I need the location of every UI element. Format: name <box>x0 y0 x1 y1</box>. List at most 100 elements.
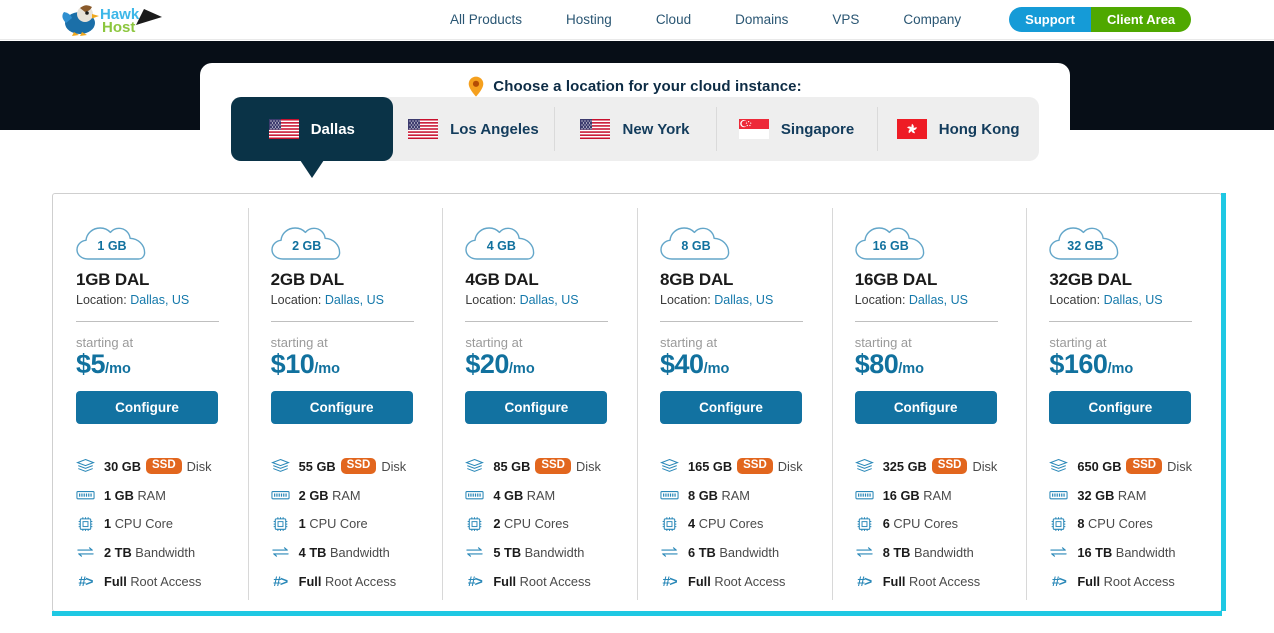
plan-feature-label: CPU Core <box>309 516 368 532</box>
plan-feature-label: RAM <box>721 487 750 503</box>
disk-icon <box>660 458 679 474</box>
pricing-plan-card: 16 GB 16GB DAL Location: Dallas, US star… <box>831 194 1027 611</box>
nav-item-all-products[interactable]: All Products <box>428 12 544 27</box>
plan-feature: 1 CPU Core <box>76 509 248 538</box>
pricing-plan-card: 4 GB 4GB DAL Location: Dallas, US starti… <box>442 194 637 611</box>
plan-feature-label: Bandwidth <box>1115 544 1176 560</box>
root-icon: #> <box>273 573 288 590</box>
bandwidth-icon <box>465 544 484 560</box>
plan-feature-value: 32 GB <box>1077 487 1115 503</box>
plan-feature-value: 325 GB <box>882 458 927 474</box>
plan-feature-label: Root Access <box>519 573 591 589</box>
plan-feature-value: 8 <box>1077 516 1085 532</box>
plan-location: Location: Dallas, US <box>1049 293 1221 307</box>
plan-feature-list: 325 GB SSD Disk 16 GB RAM 6 CPU Cores 8 … <box>855 452 1027 595</box>
ram-icon <box>465 487 484 503</box>
plan-location-link[interactable]: Dallas, US <box>325 293 384 307</box>
plan-divider <box>270 321 414 322</box>
ram-icon <box>76 487 95 503</box>
plan-feature: #> Full Root Access <box>855 567 1027 596</box>
plan-feature-value: 1 <box>298 516 306 532</box>
configure-button[interactable]: Configure <box>1049 391 1192 424</box>
pricing-plan-card: 2 GB 2GB DAL Location: Dallas, US starti… <box>247 194 443 611</box>
plan-location-prefix: Location: <box>660 293 711 307</box>
plan-location-link[interactable]: Dallas, US <box>909 293 968 307</box>
plan-feature: 165 GB SSD Disk <box>660 452 832 481</box>
plan-feature-label: Root Access <box>714 573 786 589</box>
plan-divider <box>465 321 609 322</box>
plan-price-period: /mo <box>105 361 131 377</box>
plan-feature-value: 1 GB <box>104 487 134 503</box>
location-tab-hong-kong[interactable]: Hong Kong <box>877 97 1039 161</box>
plan-starting-at-label: starting at <box>465 335 523 350</box>
svg-text:Host: Host <box>102 19 135 36</box>
plan-feature-label: RAM <box>1117 487 1147 503</box>
configure-button[interactable]: Configure <box>270 391 413 424</box>
nav-item-cloud[interactable]: Cloud <box>634 12 713 27</box>
plan-location-link[interactable]: Dallas, US <box>130 293 189 307</box>
configure-button[interactable]: Configure <box>660 391 803 424</box>
plan-feature-label: Disk <box>576 458 601 474</box>
cpu-icon <box>271 516 290 532</box>
plan-feature-list: 30 GB SSD Disk 1 GB RAM 1 CPU Core 2 TB … <box>76 452 248 595</box>
hk-flag-icon <box>896 119 927 139</box>
plan-feature-value: 8 GB <box>688 487 718 503</box>
plan-feature: 4 CPU Cores <box>660 509 832 538</box>
ssd-badge: SSD <box>1126 458 1163 475</box>
location-picker-heading: Choose a location for your cloud instanc… <box>200 74 1070 98</box>
plan-starting-at-label: starting at <box>854 335 912 350</box>
location-tab-dallas[interactable]: Dallas <box>231 97 393 178</box>
plan-feature: 1 CPU Core <box>271 509 443 538</box>
plan-feature-label: RAM <box>332 487 361 503</box>
configure-button[interactable]: Configure <box>854 391 997 424</box>
plan-feature-value: 8 TB <box>882 544 911 560</box>
plan-location: Location: Dallas, US <box>855 293 1027 307</box>
plan-cloud-badge: 8 GB <box>660 220 732 262</box>
location-tab-singapore[interactable]: Singapore <box>715 97 878 161</box>
plan-price-period: /mo <box>1107 361 1134 377</box>
nav-item-hosting[interactable]: Hosting <box>544 12 634 27</box>
plan-price-amount: $5 <box>76 349 106 379</box>
configure-button[interactable]: Configure <box>76 391 218 424</box>
cpu-icon <box>76 516 95 532</box>
hawk-logo-icon: Hawk Host <box>62 4 162 36</box>
location-tab-los-angeles[interactable]: Los Angeles <box>393 97 555 161</box>
plan-feature: #> Full Root Access <box>1049 567 1221 596</box>
plan-feature: 16 GB RAM <box>855 481 1027 510</box>
nav-item-company[interactable]: Company <box>881 12 983 27</box>
nav-item-domains[interactable]: Domains <box>713 12 810 27</box>
plan-feature: 55 GB SSD Disk <box>271 452 443 481</box>
plan-location-link[interactable]: Dallas, US <box>1104 293 1163 307</box>
location-tab-new-york[interactable]: New York <box>554 97 716 161</box>
plan-feature-label: Disk <box>777 458 803 474</box>
nav-item-vps[interactable]: VPS <box>810 12 881 27</box>
plan-feature-value: 55 GB <box>298 458 336 474</box>
cpu-icon <box>855 516 874 532</box>
plan-price-amount: $10 <box>270 349 315 379</box>
support-button[interactable]: Support <box>1009 7 1091 32</box>
hawk-host-logo[interactable]: Hawk Host <box>58 2 166 38</box>
location-tabs: Dallas Los Angeles New York Singapore Ho… <box>231 97 1039 178</box>
plan-price-amount: $20 <box>465 349 509 379</box>
disk-icon <box>271 458 290 474</box>
configure-button[interactable]: Configure <box>465 391 608 424</box>
plan-location-prefix: Location: <box>854 293 906 307</box>
bandwidth-icon <box>855 544 874 560</box>
plan-location-link[interactable]: Dallas, US <box>520 293 579 307</box>
plan-feature: 2 TB Bandwidth <box>76 538 248 567</box>
plan-location-link[interactable]: Dallas, US <box>714 293 773 307</box>
plan-cloud-label: 2 GB <box>292 239 322 253</box>
disk-icon <box>1049 458 1068 474</box>
primary-nav-links: All Products Hosting Cloud Domains VPS C… <box>428 12 983 27</box>
plan-location: Location: Dallas, US <box>76 293 248 307</box>
pricing-plans-container: 1 GB 1GB DAL Location: Dallas, US starti… <box>52 193 1226 616</box>
client-area-button[interactable]: Client Area <box>1091 7 1192 32</box>
ssd-badge: SSD <box>340 458 377 475</box>
plan-price: $80/mo <box>855 351 1027 378</box>
plan-starting-at-label: starting at <box>660 335 718 350</box>
ssd-badge: SSD <box>737 458 773 475</box>
plan-feature-value: 165 GB <box>688 458 733 474</box>
plan-price-period: /mo <box>898 361 925 377</box>
plan-feature: 4 GB RAM <box>465 481 637 510</box>
plan-feature: 4 TB Bandwidth <box>271 538 443 567</box>
